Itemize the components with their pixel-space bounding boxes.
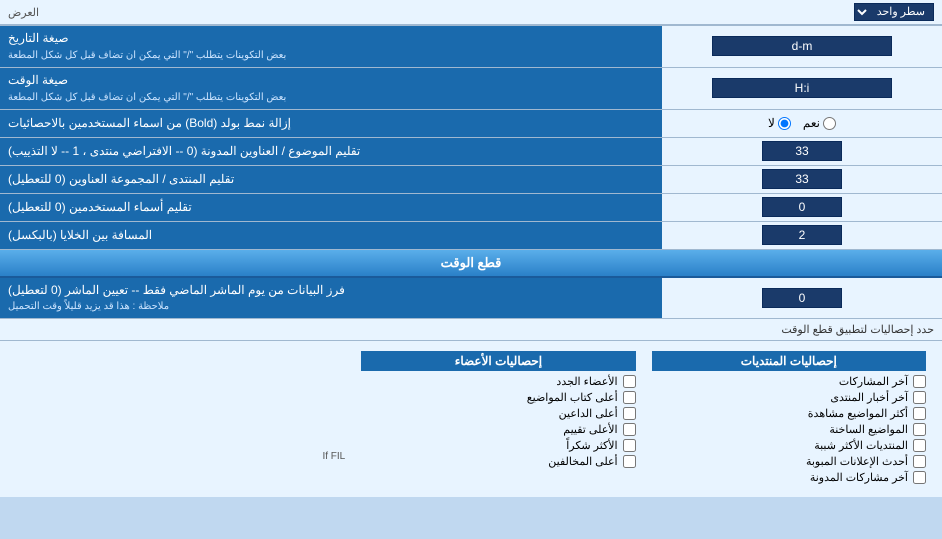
stats-grid: إحصاليات المنتديات آخر المشاركات آخر أخب… — [8, 347, 934, 491]
cell-spacing-input-container[interactable] — [662, 222, 942, 249]
user-names-input-container[interactable] — [662, 194, 942, 221]
member-stats-header: إحصاليات الأعضاء — [361, 351, 635, 371]
list-item: أعلى الداعين — [361, 407, 635, 420]
extra-col: If FIL — [8, 347, 353, 491]
date-format-input-container[interactable] — [662, 26, 942, 67]
time-cut-input-container[interactable] — [662, 278, 942, 319]
radio-yes[interactable] — [823, 117, 836, 130]
forum-stats-col: إحصاليات المنتديات آخر المشاركات آخر أخب… — [644, 347, 934, 491]
limit-row: حدد إحصاليات لتطبيق قطع الوقت — [0, 319, 942, 341]
list-item: الأعضاء الجدد — [361, 375, 635, 388]
time-format-input-container[interactable] — [662, 68, 942, 109]
time-cut-header: قطع الوقت — [0, 250, 942, 278]
dropdown-container[interactable]: سطر واحد سطرين ثلاثة أسطر — [854, 3, 934, 21]
forum-title-label: تقليم المنتدى / المجموعة العناوين (0 للت… — [0, 166, 662, 193]
forum-title-input-container[interactable] — [662, 166, 942, 193]
checkbox-popular-forums[interactable] — [913, 439, 926, 452]
list-item: آخر أخبار المنتدى — [652, 391, 926, 404]
checkbox-hot-topics[interactable] — [913, 423, 926, 436]
forum-title-row: تقليم المنتدى / المجموعة العناوين (0 للت… — [0, 166, 942, 194]
radio-no-label[interactable]: لا — [768, 116, 791, 130]
forum-title-input[interactable] — [762, 169, 842, 189]
checkbox-top-violators[interactable] — [623, 455, 636, 468]
cell-spacing-label: المسافة بين الخلايا (بالبكسل) — [0, 222, 662, 249]
date-format-label: صيغة التاريخ بعض التكوينات يتطلب "/" الت… — [0, 26, 662, 67]
if-fil-text: If FIL — [16, 351, 345, 462]
topic-title-row: تقليم الموضوع / العناوين المدونة (0 -- ا… — [0, 138, 942, 166]
checkbox-new-members[interactable] — [623, 375, 636, 388]
checkbox-latest-posts[interactable] — [913, 375, 926, 388]
checkbox-top-rated[interactable] — [623, 423, 636, 436]
list-item: أعلى المخالفين — [361, 455, 635, 468]
bottom-stats-section: إحصاليات المنتديات آخر المشاركات آخر أخب… — [0, 341, 942, 497]
cell-spacing-row: المسافة بين الخلايا (بالبكسل) — [0, 222, 942, 250]
list-item: آخر مشاركات المدونة — [652, 471, 926, 484]
time-format-input[interactable] — [712, 78, 892, 98]
list-item: أحدث الإعلانات المبوبة — [652, 455, 926, 468]
cell-spacing-input[interactable] — [762, 225, 842, 245]
date-format-input[interactable] — [712, 36, 892, 56]
member-stats-col: إحصاليات الأعضاء الأعضاء الجدد أعلى كتاب… — [353, 347, 643, 491]
user-names-row: تقليم أسماء المستخدمين (0 للتعطيل) — [0, 194, 942, 222]
bold-remove-label: إزالة نمط بولد (Bold) من اسماء المستخدمي… — [0, 110, 662, 137]
display-dropdown[interactable]: سطر واحد سطرين ثلاثة أسطر — [854, 3, 934, 21]
list-item: المنتديات الأكثر شببة — [652, 439, 926, 452]
list-item: الأكثر شكراً — [361, 439, 635, 452]
user-names-input[interactable] — [762, 197, 842, 217]
time-cut-label: فرز البيانات من يوم الماشر الماضي فقط --… — [0, 278, 662, 319]
main-container: سطر واحد سطرين ثلاثة أسطر العرض صيغة الت… — [0, 0, 942, 497]
section-title: العرض — [8, 6, 39, 19]
bold-remove-row: نعم لا إزالة نمط بولد (Bold) من اسماء ال… — [0, 110, 942, 138]
list-item: أكثر المواضيع مشاهدة — [652, 407, 926, 420]
topic-title-input[interactable] — [762, 141, 842, 161]
checkbox-most-thanked[interactable] — [623, 439, 636, 452]
time-cut-row: فرز البيانات من يوم الماشر الماضي فقط --… — [0, 278, 942, 320]
top-header-row: سطر واحد سطرين ثلاثة أسطر العرض — [0, 0, 942, 26]
checkbox-latest-news[interactable] — [913, 391, 926, 404]
list-item: الأعلى تقييم — [361, 423, 635, 436]
checkbox-top-inviters[interactable] — [623, 407, 636, 420]
radio-no[interactable] — [778, 117, 791, 130]
list-item: المواضيع الساخنة — [652, 423, 926, 436]
topic-title-label: تقليم الموضوع / العناوين المدونة (0 -- ا… — [0, 138, 662, 165]
bold-radio-group: نعم لا — [768, 116, 836, 130]
topic-title-input-container[interactable] — [662, 138, 942, 165]
time-format-row: صيغة الوقت بعض التكوينات يتطلب "/" التي … — [0, 68, 942, 110]
forum-stats-header: إحصاليات المنتديات — [652, 351, 926, 371]
checkbox-latest-blog-posts[interactable] — [913, 471, 926, 484]
time-format-label: صيغة الوقت بعض التكوينات يتطلب "/" التي … — [0, 68, 662, 109]
bold-remove-radio-container: نعم لا — [662, 110, 942, 137]
list-item: آخر المشاركات — [652, 375, 926, 388]
user-names-label: تقليم أسماء المستخدمين (0 للتعطيل) — [0, 194, 662, 221]
checkbox-latest-classifieds[interactable] — [913, 455, 926, 468]
radio-yes-label[interactable]: نعم — [803, 116, 836, 130]
time-cut-input[interactable] — [762, 288, 842, 308]
date-format-row: صيغة التاريخ بعض التكوينات يتطلب "/" الت… — [0, 26, 942, 68]
list-item: أعلى كتاب المواضيع — [361, 391, 635, 404]
checkbox-top-posters[interactable] — [623, 391, 636, 404]
checkbox-most-viewed[interactable] — [913, 407, 926, 420]
